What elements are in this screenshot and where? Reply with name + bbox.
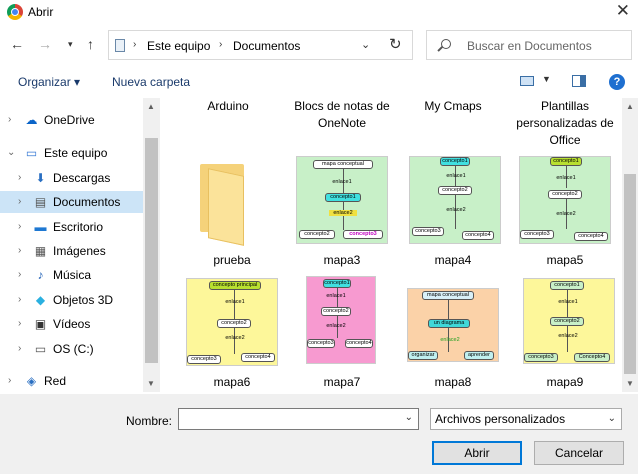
chevron-right-icon[interactable]: › [18, 313, 21, 335]
nav-item-musica[interactable]: › ♪ Música [0, 264, 143, 286]
cloud-icon: ☁ [25, 113, 38, 127]
filename-input[interactable]: ⌄ [178, 408, 419, 430]
mapa9-thumbnail[interactable]: concepto1 enlace1 concepto2 enlace2 conc… [523, 278, 615, 364]
nav-item-documentos[interactable]: › ▤ Documentos [0, 191, 143, 213]
title-bar: Abrir ✕ [0, 0, 638, 24]
nav-item-onedrive[interactable]: › ☁ OneDrive [0, 109, 143, 131]
mapa6-label[interactable]: mapa6 [177, 374, 287, 391]
scroll-up-icon[interactable]: ▲ [147, 102, 155, 111]
scroll-thumb[interactable] [145, 138, 158, 363]
chevron-right-icon[interactable]: › [18, 216, 21, 238]
mapa8-label[interactable]: mapa8 [398, 374, 508, 391]
new-folder-button[interactable]: Nueva carpeta [112, 75, 190, 89]
mapa6-thumbnail[interactable]: concepto principal enlace1 concepto2 enl… [186, 278, 278, 366]
address-row: ← → ▾ ↑ › Este equipo › Documentos ⌄ ↻ B… [0, 28, 638, 62]
close-icon[interactable]: ✕ [616, 1, 630, 21]
mapa3-label[interactable]: mapa3 [287, 252, 397, 269]
scroll-up-icon[interactable]: ▲ [626, 102, 634, 111]
chevron-right-icon[interactable]: › [18, 240, 21, 262]
search-input[interactable]: Buscar en Documentos [426, 30, 632, 60]
nav-item-descargas[interactable]: › ⬇ Descargas [0, 167, 143, 189]
mapa7-label[interactable]: mapa7 [287, 374, 397, 391]
mapa8-thumbnail[interactable]: mapa conceptual un diagrama enlace2 orga… [407, 288, 499, 362]
mapa5-thumbnail[interactable]: concepto1 enlace1 concepto2 enlace2 conc… [519, 156, 611, 244]
folder-onenote[interactable]: Blocs de notas de OneNote [287, 98, 397, 132]
folder-my-cmaps[interactable]: My Cmaps [398, 98, 508, 115]
back-arrow-icon[interactable]: ← [10, 36, 24, 52]
documents-icon: ▤ [34, 195, 47, 209]
nav-item-os-c[interactable]: › ▭ OS (C:) [0, 338, 143, 360]
breadcrumb-documentos[interactable]: Documentos [233, 39, 300, 53]
navigation-pane: › ☁ OneDrive ⌄ ▭ Este equipo › ⬇ Descarg… [0, 98, 143, 392]
breadcrumb-este-equipo[interactable]: Este equipo [147, 39, 210, 53]
nav-item-objetos-3d[interactable]: › ◆ Objetos 3D [0, 289, 143, 311]
view-options-icon[interactable] [520, 76, 534, 86]
network-icon: ◈ [26, 374, 37, 388]
mapa3-thumbnail[interactable]: mapa conceptual enlace1 concepto1 enlace… [296, 156, 388, 244]
nav-item-red[interactable]: › ◈ Red [0, 370, 143, 392]
desktop-icon: ▬ [34, 220, 47, 234]
scroll-down-icon[interactable]: ▼ [626, 379, 634, 388]
documents-icon [115, 39, 125, 52]
folder-arduino[interactable]: Arduino [173, 98, 283, 115]
search-placeholder: Buscar en Documentos [467, 39, 592, 53]
mapa9-label[interactable]: mapa9 [510, 374, 620, 391]
mapa4-thumbnail[interactable]: concepto1 enlace1 concepto2 enlace2 conc… [409, 156, 501, 244]
breadcrumb-separator-icon[interactable]: › [133, 39, 136, 50]
scroll-thumb[interactable] [624, 174, 636, 374]
breadcrumb-separator-icon[interactable]: › [219, 39, 222, 50]
organize-button[interactable]: Organizar ▾ [18, 75, 80, 89]
search-icon [441, 39, 451, 49]
nav-item-este-equipo[interactable]: ⌄ ▭ Este equipo [0, 142, 143, 164]
view-dropdown-icon[interactable]: ▼ [542, 74, 551, 84]
scroll-down-icon[interactable]: ▼ [147, 379, 155, 388]
chevron-right-icon[interactable]: › [8, 109, 11, 131]
window-title: Abrir [28, 5, 54, 19]
chevron-right-icon[interactable]: › [18, 338, 21, 360]
command-bar: Organizar ▾ Nueva carpeta ▼ ? [0, 68, 638, 96]
download-icon: ⬇ [35, 171, 46, 185]
chrome-logo-icon [7, 4, 23, 20]
mapa4-label[interactable]: mapa4 [398, 252, 508, 269]
chevron-right-icon[interactable]: › [18, 167, 21, 189]
chevron-right-icon[interactable]: › [18, 289, 21, 311]
file-list: Arduino Blocs de notas de OneNote My Cma… [160, 98, 622, 392]
mapa5-label[interactable]: mapa5 [510, 252, 620, 269]
chevron-down-icon[interactable]: ⌄ [608, 409, 616, 429]
preview-pane-icon[interactable] [572, 75, 586, 87]
file-type-select[interactable]: Archivos personalizados ⌄ [430, 408, 622, 430]
address-dropdown-icon[interactable]: ⌄ [361, 38, 370, 51]
folder-prueba-icon[interactable] [200, 160, 260, 248]
pictures-icon: ▦ [34, 244, 47, 258]
chevron-down-icon[interactable]: ⌄ [7, 142, 15, 164]
music-icon: ♪ [37, 268, 44, 282]
chevron-right-icon[interactable]: › [8, 370, 11, 392]
computer-icon: ▭ [25, 146, 38, 160]
chevron-right-icon[interactable]: › [18, 264, 21, 286]
help-icon[interactable]: ? [609, 74, 625, 90]
folder-plantillas[interactable]: Plantillas personalizadas de Office [510, 98, 620, 149]
open-button[interactable]: Abrir [432, 441, 522, 465]
film-icon: ▣ [34, 317, 47, 331]
up-arrow-icon[interactable]: ↑ [87, 36, 94, 52]
chevron-right-icon[interactable]: › [18, 191, 21, 213]
cancel-button[interactable]: Cancelar [534, 441, 624, 465]
bottom-panel: Nombre: ⌄ Archivos personalizados ⌄ Abri… [0, 394, 638, 474]
drive-icon: ▭ [34, 342, 47, 356]
chevron-down-icon[interactable]: ⌄ [405, 412, 413, 423]
nav-item-escritorio[interactable]: › ▬ Escritorio [0, 216, 143, 238]
recent-dropdown-icon[interactable]: ▾ [68, 39, 73, 50]
nav-item-imagenes[interactable]: › ▦ Imágenes [0, 240, 143, 262]
refresh-icon[interactable]: ↻ [389, 35, 402, 53]
mapa7-thumbnail[interactable]: concepto1 enlace1 concepto2 enlace2 conc… [306, 276, 376, 364]
cube-icon: ◆ [35, 293, 46, 307]
content-scrollbar[interactable]: ▲ ▼ [622, 98, 638, 392]
filename-label: Nombre: [126, 414, 173, 428]
forward-arrow-icon[interactable]: → [38, 36, 52, 52]
folder-prueba-label[interactable]: prueba [177, 252, 287, 269]
address-bar[interactable]: › Este equipo › Documentos ⌄ ↻ [108, 30, 413, 60]
nav-item-videos[interactable]: › ▣ Vídeos [0, 313, 143, 335]
nav-scrollbar[interactable]: ▲ ▼ [143, 98, 160, 392]
